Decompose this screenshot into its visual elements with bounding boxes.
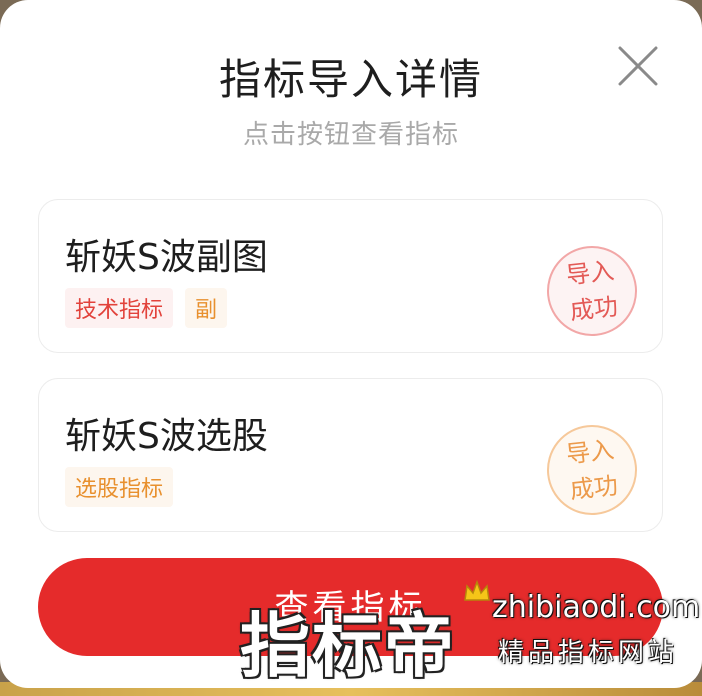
indicator-name: 斩妖S波选股 [65, 416, 268, 457]
view-indicator-button[interactable]: 查看指标 [38, 558, 663, 656]
import-success-stamp: 导入 成功 [542, 241, 642, 341]
stamp-line-1: 导入 [564, 256, 616, 290]
stamp-line-1: 导入 [564, 435, 616, 469]
import-details-dialog: 指标导入详情 点击按钮查看指标 斩妖S波副图 技术指标 副 导入 成功 斩妖S波… [0, 0, 702, 688]
stamp-line-2: 成功 [568, 471, 620, 505]
dialog-subtitle: 点击按钮查看指标 [242, 120, 459, 150]
stamp-line-2: 成功 [568, 292, 620, 326]
dialog-title: 指标导入详情 [218, 55, 483, 104]
view-indicator-button-label: 查看指标 [274, 588, 427, 628]
tag-type: 选股指标 [65, 467, 174, 507]
indicator-name: 斩妖S波副图 [65, 237, 268, 278]
tag-list: 选股指标 [65, 467, 174, 507]
indicator-card[interactable]: 斩妖S波选股 选股指标 导入 成功 [38, 378, 663, 532]
tag-list: 技术指标 副 [65, 288, 228, 328]
tag-subchart: 副 [185, 288, 228, 328]
import-success-stamp: 导入 成功 [542, 420, 642, 520]
close-icon [618, 46, 658, 86]
close-button[interactable] [612, 40, 664, 92]
tag-type: 技术指标 [65, 288, 174, 328]
indicator-card[interactable]: 斩妖S波副图 技术指标 副 导入 成功 [38, 199, 663, 353]
